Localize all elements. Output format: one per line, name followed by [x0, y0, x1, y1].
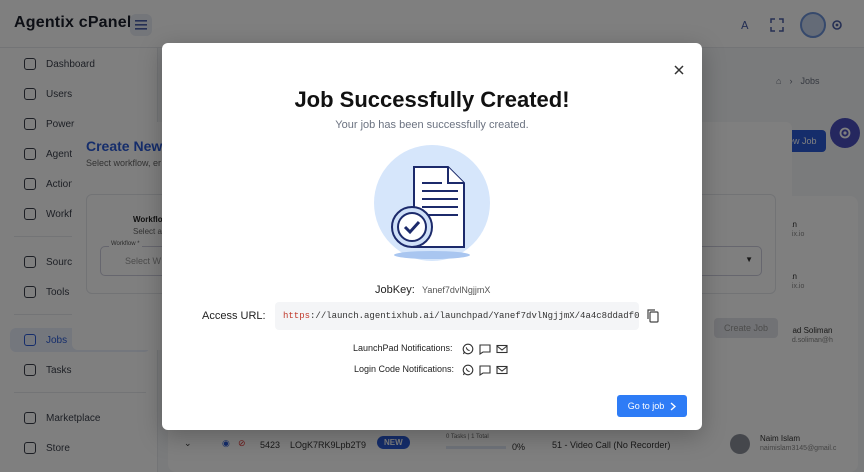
access-url-field[interactable]: https://launch.agentixhub.ai/launchpad/Y… — [275, 302, 639, 330]
sms-icon[interactable] — [479, 364, 491, 376]
whatsapp-icon[interactable] — [462, 343, 474, 355]
sms-icon[interactable] — [479, 343, 491, 355]
go-to-job-button[interactable]: Go to job — [617, 395, 687, 417]
jobkey-value: Yanef7dvlNgjjmX — [422, 285, 491, 295]
modal-title: Job Successfully Created! — [294, 87, 570, 112]
app-shell: Agentix cPanel A Dashboard Users Power A… — [0, 0, 864, 472]
chevron-right-icon — [670, 401, 677, 411]
copy-icon[interactable] — [647, 309, 659, 323]
login-code-notifications-label: Login Code Notifications: — [354, 364, 455, 374]
url-scheme: https — [283, 311, 311, 321]
whatsapp-icon[interactable] — [462, 364, 474, 376]
access-url-label: Access URL: — [202, 310, 266, 322]
go-to-job-label: Go to job — [627, 401, 665, 411]
close-icon[interactable] — [672, 63, 686, 77]
email-icon[interactable] — [496, 364, 508, 376]
job-created-modal: Job Successfully Created! Your job has b… — [162, 43, 702, 430]
url-path: ://launch.agentixhub.ai/launchpad/Yanef7… — [310, 311, 639, 321]
modal-subtitle: Your job has been successfully created. — [335, 119, 529, 131]
launchpad-notifications-label: LaunchPad Notifications: — [353, 343, 453, 353]
email-icon[interactable] — [496, 343, 508, 355]
document-check-illustration — [374, 145, 490, 261]
jobkey-label: JobKey: — [375, 284, 415, 296]
